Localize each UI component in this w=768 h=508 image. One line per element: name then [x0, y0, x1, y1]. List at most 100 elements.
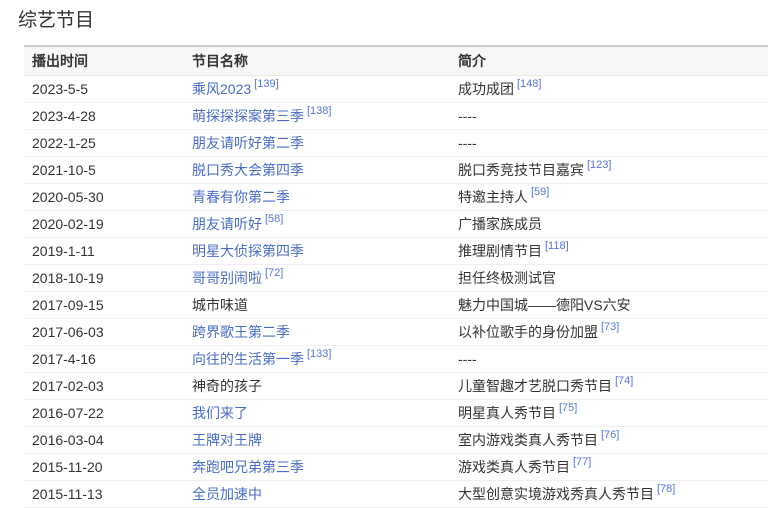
reference-sup[interactable]: [73] — [601, 321, 619, 333]
description-text: 以补位歌手的身份加盟 — [458, 324, 598, 340]
program-link[interactable]: 哥哥别闹啦 — [192, 270, 262, 286]
description-text: 室内游戏类真人秀节目 — [458, 432, 598, 448]
table-header: 播出时间 节目名称 简介 — [24, 46, 768, 76]
description-cell: ---- — [450, 103, 768, 130]
broadcast-date-cell: 2015-11-13 — [24, 481, 184, 508]
broadcast-date-cell: 2016-07-22 — [24, 400, 184, 427]
description-cell: 游戏类真人秀节目[77] — [450, 454, 768, 481]
description-cell: 儿童智趣才艺脱口秀节目[74] — [450, 373, 768, 400]
table-row: 2017-09-15 城市味道 魅力中国城——德阳VS六安 — [24, 292, 768, 319]
program-name-cell: 朋友请听好[58] — [184, 211, 450, 238]
description-cell: 明星真人秀节目[75] — [450, 400, 768, 427]
reference-sup[interactable]: [76] — [601, 429, 619, 441]
table-row: 2017-02-03 神奇的孩子 儿童智趣才艺脱口秀节目[74] — [24, 373, 768, 400]
description-cell: 成功成团[148] — [450, 76, 768, 103]
program-link[interactable]: 王牌对王牌 — [192, 432, 262, 448]
broadcast-date-cell: 2017-09-15 — [24, 292, 184, 319]
reference-sup[interactable]: [123] — [587, 159, 611, 171]
reference-sup[interactable]: [148] — [517, 78, 541, 90]
description-text: 魅力中国城——德阳VS六安 — [458, 297, 631, 313]
description-text: ---- — [458, 108, 477, 124]
program-link[interactable]: 跨界歌王第二季 — [192, 324, 290, 340]
reference-sup[interactable]: [78] — [657, 483, 675, 495]
description-text: 大型创意实境游戏秀真人秀节目 — [458, 486, 654, 502]
table-row: 2022-1-25 朋友请听好第二季 ---- — [24, 130, 768, 157]
program-name-cell: 向往的生活第一季[133] — [184, 346, 450, 373]
reference-sup[interactable]: [118] — [545, 240, 569, 252]
reference-sup[interactable]: [138] — [307, 105, 331, 117]
broadcast-date-cell: 2017-06-03 — [24, 319, 184, 346]
description-text: 儿童智趣才艺脱口秀节目 — [458, 378, 612, 394]
program-link[interactable]: 脱口秀大会第四季 — [192, 162, 304, 178]
table-row: 2020-02-19 朋友请听好[58] 广播家族成员 — [24, 211, 768, 238]
program-name-cell: 青春有你第二季 — [184, 184, 450, 211]
reference-sup[interactable]: [133] — [307, 348, 331, 360]
program-link[interactable]: 朋友请听好 — [192, 216, 262, 232]
description-cell: 广播家族成员 — [450, 211, 768, 238]
description-cell: 大型创意实境游戏秀真人秀节目[78] — [450, 481, 768, 508]
program-name-cell: 哥哥别闹啦[72] — [184, 265, 450, 292]
program-name-cell: 脱口秀大会第四季 — [184, 157, 450, 184]
table-row: 2020-05-30 青春有你第二季 特邀主持人[59] — [24, 184, 768, 211]
description-text: 特邀主持人 — [458, 189, 528, 205]
header-program-name: 节目名称 — [184, 46, 450, 76]
reference-sup[interactable]: [75] — [559, 402, 577, 414]
description-text: 担任终极测试官 — [458, 270, 556, 286]
program-link[interactable]: 明星大侦探第四季 — [192, 243, 304, 259]
section-title: 综艺节目 — [18, 9, 768, 32]
broadcast-date-cell: 2020-02-19 — [24, 211, 184, 238]
table-row: 2015-11-13 全员加速中 大型创意实境游戏秀真人秀节目[78] — [24, 481, 768, 508]
program-link[interactable]: 我们来了 — [192, 405, 248, 421]
reference-sup[interactable]: [139] — [254, 78, 278, 90]
description-text: 成功成团 — [458, 81, 514, 97]
description-text: 脱口秀竞技节目嘉宾 — [458, 162, 584, 178]
program-link[interactable]: 朋友请听好第二季 — [192, 135, 304, 151]
description-cell: 魅力中国城——德阳VS六安 — [450, 292, 768, 319]
reference-sup[interactable]: [72] — [265, 267, 283, 279]
program-link[interactable]: 萌探探探案第三季 — [192, 108, 304, 124]
table-row: 2017-06-03 跨界歌王第二季 以补位歌手的身份加盟[73] — [24, 319, 768, 346]
program-name-cell: 朋友请听好第二季 — [184, 130, 450, 157]
table-row: 2017-4-16 向往的生活第一季[133] ---- — [24, 346, 768, 373]
program-name-text: 神奇的孩子 — [192, 378, 262, 394]
reference-sup[interactable]: [58] — [265, 213, 283, 225]
broadcast-date-cell: 2021-10-5 — [24, 157, 184, 184]
table-row: 2023-4-28 萌探探探案第三季[138] ---- — [24, 103, 768, 130]
table-body: 2023-5-5 乘风2023[139] 成功成团[148] 2023-4-28… — [24, 76, 768, 508]
reference-sup[interactable]: [59] — [531, 186, 549, 198]
broadcast-date-cell: 2022-1-25 — [24, 130, 184, 157]
reference-sup[interactable]: [77] — [573, 456, 591, 468]
program-link[interactable]: 全员加速中 — [192, 486, 262, 502]
description-text: ---- — [458, 135, 477, 151]
program-name-cell: 全员加速中 — [184, 481, 450, 508]
description-cell: ---- — [450, 346, 768, 373]
description-cell: 脱口秀竞技节目嘉宾[123] — [450, 157, 768, 184]
program-link[interactable]: 向往的生活第一季 — [192, 351, 304, 367]
program-name-cell: 跨界歌王第二季 — [184, 319, 450, 346]
table-row: 2016-07-22 我们来了 明星真人秀节目[75] — [24, 400, 768, 427]
broadcast-date-cell: 2023-4-28 — [24, 103, 184, 130]
program-link[interactable]: 奔跑吧兄弟第三季 — [192, 459, 304, 475]
program-name-cell: 萌探探探案第三季[138] — [184, 103, 450, 130]
program-link[interactable]: 青春有你第二季 — [192, 189, 290, 205]
description-text: 广播家族成员 — [458, 216, 542, 232]
description-text: 游戏类真人秀节目 — [458, 459, 570, 475]
description-cell: 担任终极测试官 — [450, 265, 768, 292]
program-name-cell: 乘风2023[139] — [184, 76, 450, 103]
broadcast-date-cell: 2017-02-03 — [24, 373, 184, 400]
broadcast-date-cell: 2018-10-19 — [24, 265, 184, 292]
broadcast-date-cell: 2015-11-20 — [24, 454, 184, 481]
table-row: 2019-1-11 明星大侦探第四季 推理剧情节目[118] — [24, 238, 768, 265]
program-name-cell: 城市味道 — [184, 292, 450, 319]
description-cell: 室内游戏类真人秀节目[76] — [450, 427, 768, 454]
program-name-cell: 我们来了 — [184, 400, 450, 427]
reference-sup[interactable]: [74] — [615, 375, 633, 387]
program-name-cell: 明星大侦探第四季 — [184, 238, 450, 265]
program-name-cell: 奔跑吧兄弟第三季 — [184, 454, 450, 481]
variety-shows-table: 播出时间 节目名称 简介 2023-5-5 乘风2023[139] 成功成团[1… — [24, 45, 768, 508]
program-link[interactable]: 乘风2023 — [192, 81, 251, 97]
description-cell: 特邀主持人[59] — [450, 184, 768, 211]
table-row: 2018-10-19 哥哥别闹啦[72] 担任终极测试官 — [24, 265, 768, 292]
description-cell: 推理剧情节目[118] — [450, 238, 768, 265]
description-text: ---- — [458, 351, 477, 367]
